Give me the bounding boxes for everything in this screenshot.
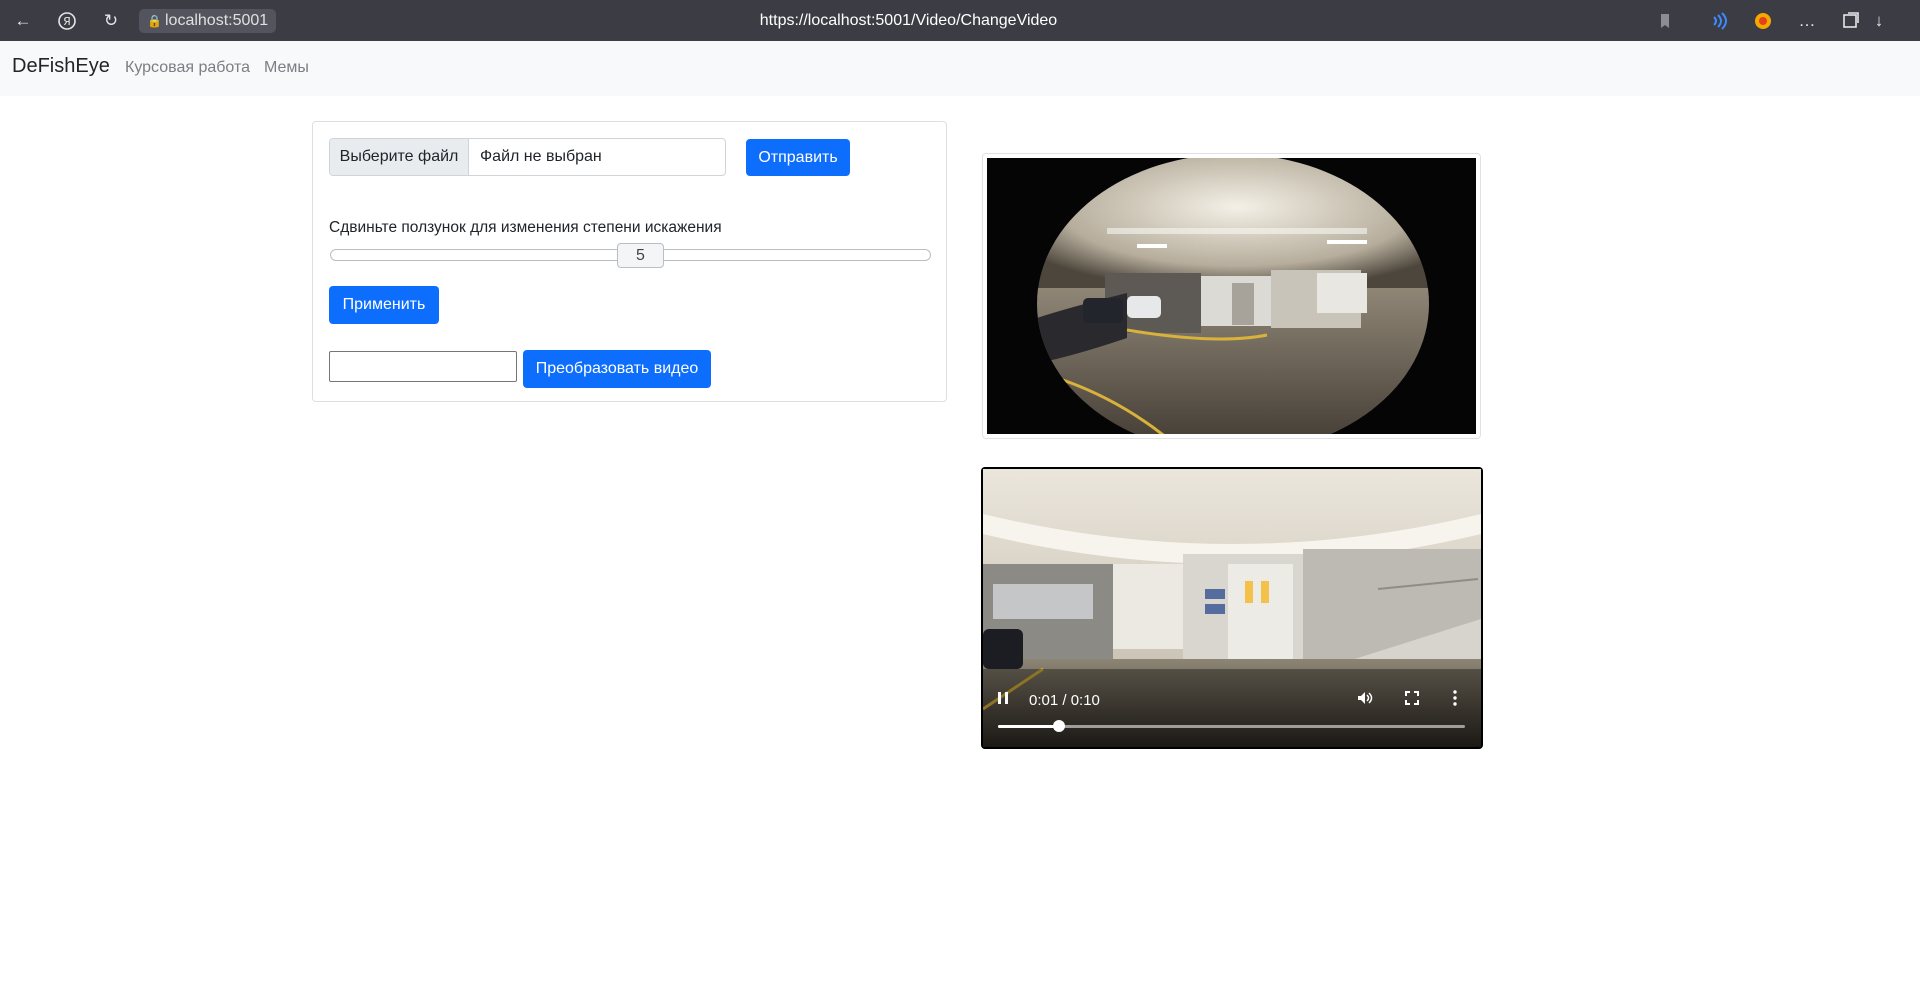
collections-icon[interactable] [1840,10,1862,32]
address-bar-url[interactable]: https://localhost:5001/Video/ChangeVideo [0,9,1817,33]
video-progress-fill [998,725,1059,728]
pause-icon[interactable] [996,690,1010,710]
more-icon[interactable]: … [1796,10,1818,32]
submit-button[interactable]: Отправить [746,139,850,176]
output-path-input[interactable] [329,351,517,382]
more-options-icon[interactable] [1451,689,1459,711]
fisheye-preview-image [987,158,1476,434]
slider-label: Сдвиньте ползунок для изменения степени … [329,219,722,236]
volume-icon[interactable] [1356,689,1374,711]
bookmark-icon[interactable] [1654,10,1676,32]
alice-sound-icon[interactable] [1708,10,1730,32]
video-progress-bar[interactable] [998,720,1465,732]
result-video-player[interactable]: 0:01 / 0:10 [981,467,1483,749]
settings-card: Выберите файл Файл не выбран Отправить С… [312,121,947,402]
browser-toolbar: ← Я ↻ 🔒 localhost:5001 https://localhost… [0,0,1920,41]
file-input[interactable]: Выберите файл Файл не выбран [329,138,726,176]
video-time: 0:01 / 0:10 [1029,692,1100,709]
extension-icon[interactable] [1752,10,1774,32]
fullscreen-icon[interactable] [1403,689,1421,711]
nav-link-coursework[interactable]: Курсовая работа [125,59,250,77]
convert-video-button[interactable]: Преобразовать видео [523,350,711,388]
download-icon[interactable]: ↓ [1868,10,1890,32]
apply-button[interactable]: Применить [329,286,439,324]
video-progress-knob[interactable] [1052,720,1065,732]
file-name-label: Файл не выбран [480,148,602,165]
source-frame [982,153,1481,439]
brand-link[interactable]: DeFishEye [12,55,110,78]
distortion-slider-thumb[interactable]: 5 [617,243,664,268]
site-navbar: DeFishEye Курсовая работа Мемы [0,41,1920,96]
nav-link-memes[interactable]: Мемы [264,59,309,77]
choose-file-button[interactable]: Выберите файл [330,139,469,175]
